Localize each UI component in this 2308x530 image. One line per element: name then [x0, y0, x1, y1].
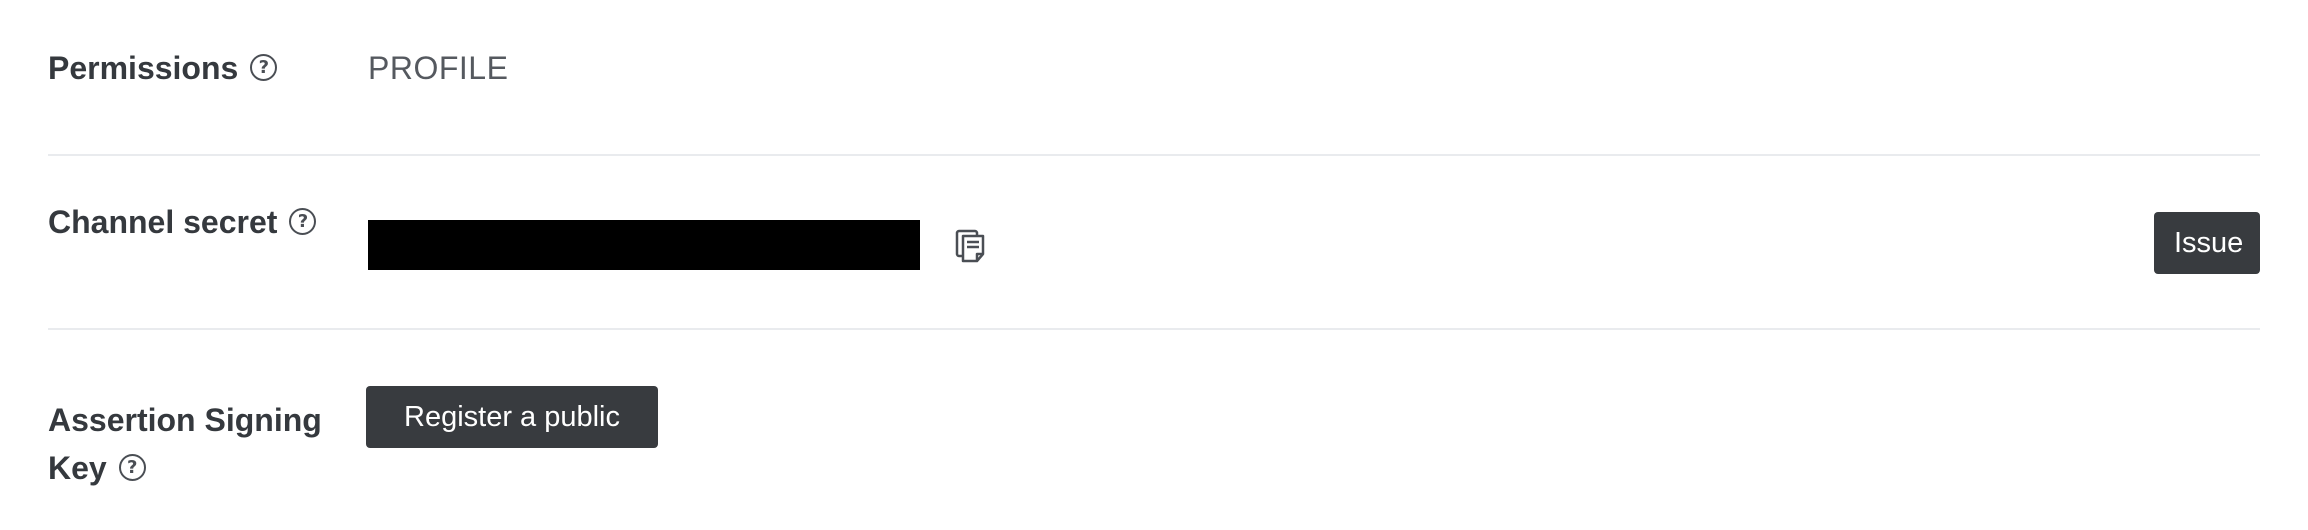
permissions-label-text: Permissions	[48, 50, 239, 86]
assertion-signing-key-label-text: Assertion Signing Key	[48, 402, 322, 486]
channel-secret-row: Channel secret? Issue	[48, 156, 2260, 330]
assertion-signing-key-label: Assertion Signing Key?	[48, 396, 348, 492]
copy-icon[interactable]	[948, 224, 992, 268]
permissions-value: PROFILE	[368, 50, 509, 86]
permissions-row: Permissions? PROFILE	[48, 0, 2260, 156]
channel-secret-label: Channel secret?	[48, 198, 317, 246]
assertion-signing-key-row: Assertion Signing Key? Register a public…	[48, 330, 2260, 530]
help-icon[interactable]: ?	[250, 54, 278, 82]
permissions-label: Permissions?	[48, 44, 278, 92]
help-icon[interactable]: ?	[118, 454, 146, 482]
channel-secret-label-text: Channel secret	[48, 204, 278, 240]
channel-secret-value-redacted	[368, 220, 920, 270]
register-public-key-button[interactable]: Register a public key	[366, 386, 658, 495]
help-icon[interactable]: ?	[289, 208, 317, 236]
issue-button[interactable]: Issue	[2154, 212, 2260, 274]
channel-settings-panel: Permissions? PROFILE Channel secret? Iss…	[48, 0, 2260, 530]
